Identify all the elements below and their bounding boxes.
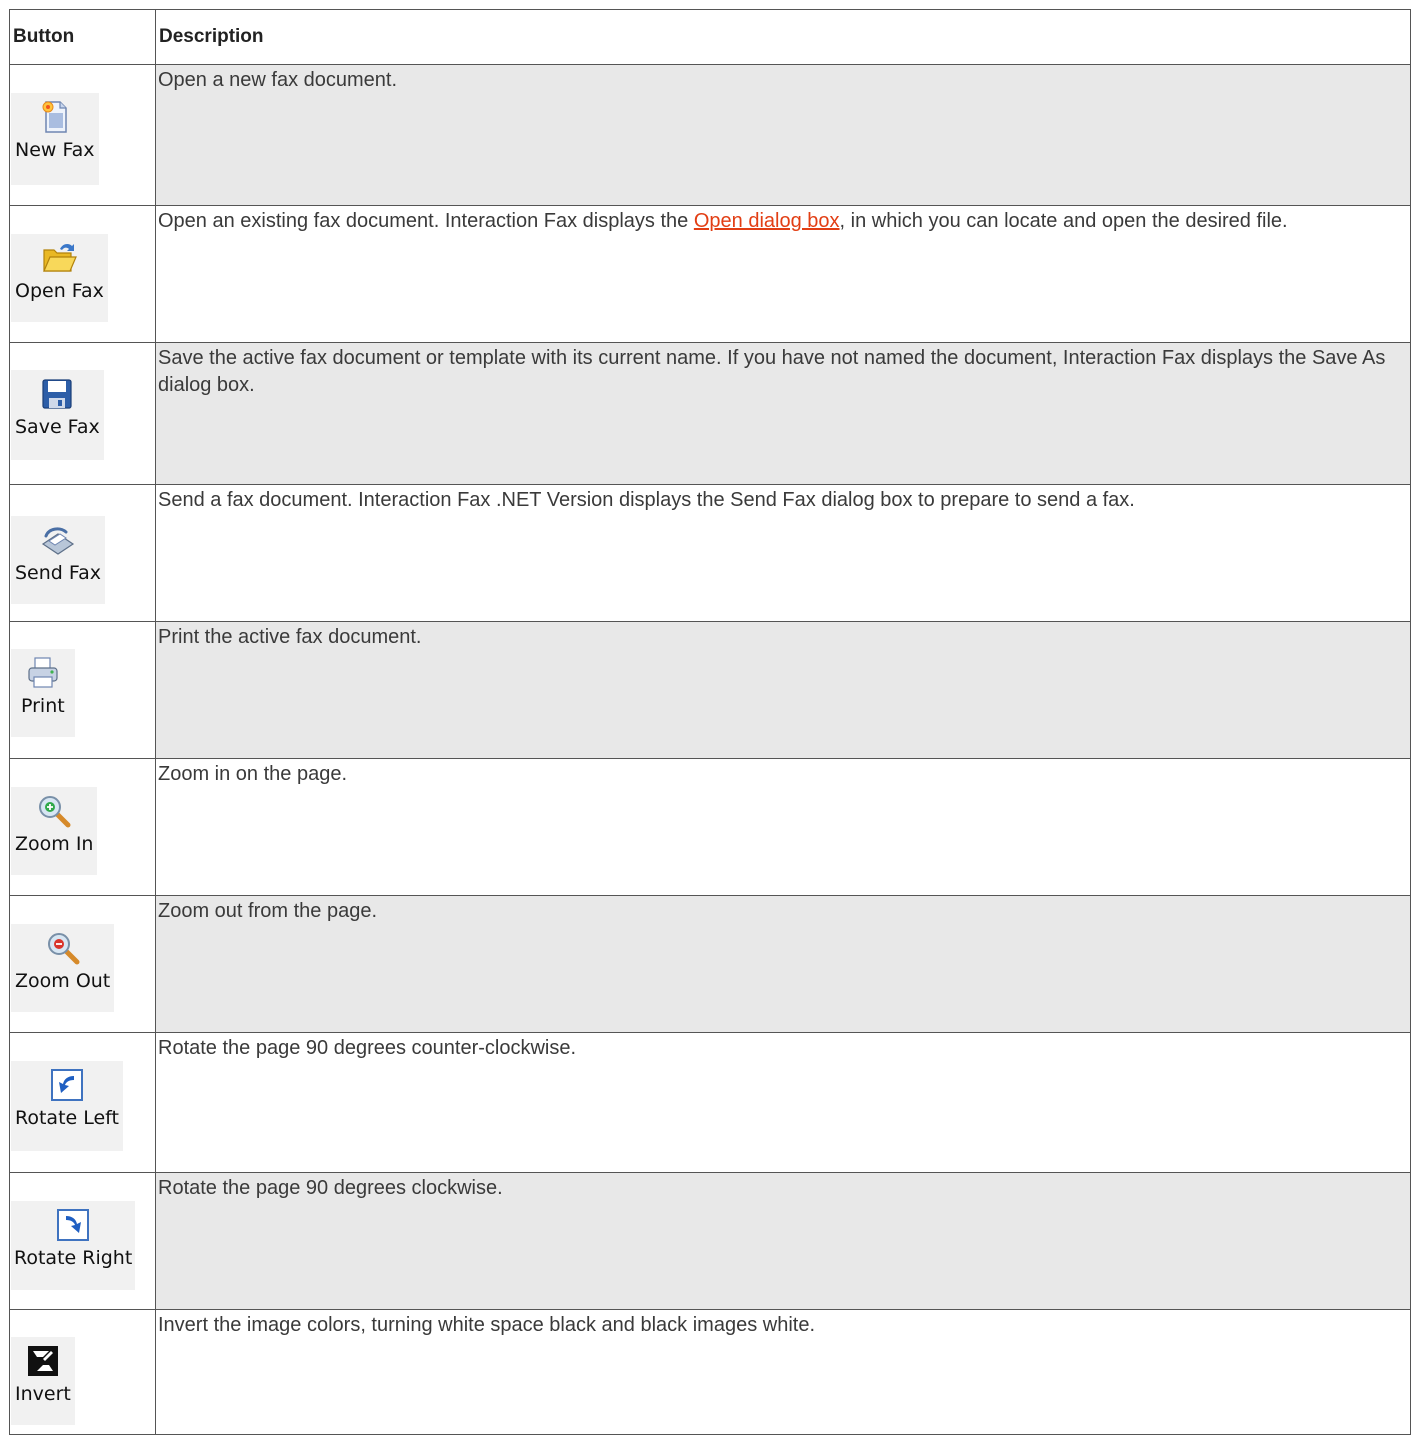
table-row: Zoom In Zoom in on the page. xyxy=(9,758,1411,896)
toolbar-buttons-table: Button Description New Fax Open a new fa… xyxy=(9,9,1411,1435)
invert-icon xyxy=(27,1346,58,1376)
table-row: Rotate Right Rotate the page 90 degrees … xyxy=(9,1172,1411,1310)
new-fax-button[interactable]: New Fax xyxy=(11,93,99,185)
send-fax-label: Send Fax xyxy=(15,562,101,584)
new-fax-label: New Fax xyxy=(15,139,95,161)
description-new-fax: Open a new fax document. xyxy=(155,64,1411,206)
table-row: New Fax Open a new fax document. xyxy=(9,64,1411,206)
rotate-right-label: Rotate Right xyxy=(14,1247,133,1269)
rotate-right-icon xyxy=(57,1209,90,1241)
description-rotate-left: Rotate the page 90 degrees counter-clock… xyxy=(155,1032,1411,1173)
zoom-in-button[interactable]: Zoom In xyxy=(11,787,98,875)
rotate-left-icon xyxy=(51,1069,83,1101)
zoom-out-button[interactable]: Zoom Out xyxy=(11,924,115,1012)
description-zoom-in: Zoom in on the page. xyxy=(155,758,1411,896)
open-fax-button[interactable]: Open Fax xyxy=(11,234,108,322)
description-send-fax: Send a fax document. Interaction Fax .NE… xyxy=(155,484,1411,622)
description-invert: Invert the image colors, turning white s… xyxy=(155,1309,1411,1435)
print-button[interactable]: Print xyxy=(11,649,75,737)
header-button: Button xyxy=(9,9,156,65)
zoom-in-label: Zoom In xyxy=(15,833,94,855)
rotate-left-button[interactable]: Rotate Left xyxy=(11,1061,123,1151)
description-save-fax: Save the active fax document or template… xyxy=(155,342,1411,485)
table-row: Invert Invert the image colors, turning … xyxy=(9,1309,1411,1435)
table-header-row: Button Description xyxy=(9,9,1411,65)
save-fax-button[interactable]: Save Fax xyxy=(11,370,104,460)
table-row: Rotate Left Rotate the page 90 degrees c… xyxy=(9,1032,1411,1173)
description-text: Open an existing fax document. Interacti… xyxy=(158,210,694,232)
description-open-fax: Open an existing fax document. Interacti… xyxy=(155,205,1411,343)
open-dialog-box-link[interactable]: Open dialog box xyxy=(694,210,840,232)
save-fax-icon xyxy=(42,379,72,409)
rotate-right-button[interactable]: Rotate Right xyxy=(11,1201,136,1290)
invert-label: Invert xyxy=(15,1383,71,1405)
table-row: Save Fax Save the active fax document or… xyxy=(9,342,1411,485)
header-description: Description xyxy=(155,9,1411,65)
print-icon xyxy=(28,657,58,688)
open-fax-icon xyxy=(43,244,78,272)
open-fax-label: Open Fax xyxy=(15,280,104,302)
description-print: Print the active fax document. xyxy=(155,621,1411,759)
new-fax-icon xyxy=(42,101,67,133)
table-row: Open Fax Open an existing fax document. … xyxy=(9,205,1411,343)
zoom-out-icon xyxy=(47,933,80,965)
send-fax-button[interactable]: Send Fax xyxy=(11,516,105,604)
save-fax-label: Save Fax xyxy=(15,416,100,438)
zoom-out-label: Zoom Out xyxy=(15,970,111,992)
table-row: Print Print the active fax document. xyxy=(9,621,1411,759)
description-zoom-out: Zoom out from the page. xyxy=(155,895,1411,1033)
send-fax-icon xyxy=(41,527,75,555)
rotate-left-label: Rotate Left xyxy=(15,1107,119,1129)
table-row: Send Fax Send a fax document. Interactio… xyxy=(9,484,1411,622)
zoom-in-icon xyxy=(39,796,71,828)
table-row: Zoom Out Zoom out from the page. xyxy=(9,895,1411,1033)
description-text: , in which you can locate and open the d… xyxy=(839,210,1288,232)
print-label: Print xyxy=(21,695,65,717)
description-rotate-right: Rotate the page 90 degrees clockwise. xyxy=(155,1172,1411,1310)
invert-button[interactable]: Invert xyxy=(11,1337,75,1425)
